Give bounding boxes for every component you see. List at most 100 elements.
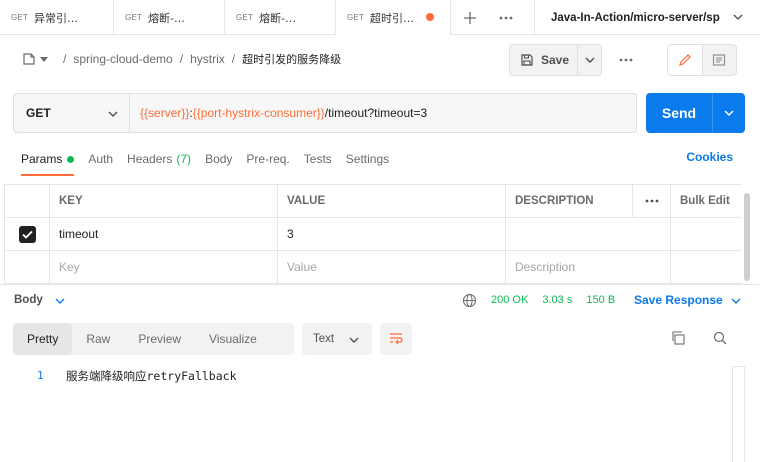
chevron-down-icon (108, 111, 118, 117)
search-button[interactable] (712, 330, 728, 349)
response-header: Body 200 OK 3.03 s 150 B Save Response (0, 284, 760, 316)
table-header: KEY VALUE DESCRIPTION Bulk Edit (4, 185, 742, 218)
method-select[interactable]: GET (13, 93, 129, 133)
tab-label: Tests (303, 152, 332, 166)
environment-selector[interactable]: Java-In-Action/micro-server/sp (534, 0, 760, 35)
response-status: 200 OK 3.03 s 150 B (491, 294, 626, 306)
param-value-input[interactable]: 3 (278, 218, 506, 250)
column-options-button[interactable] (633, 185, 671, 217)
caret-down-icon[interactable] (40, 56, 48, 62)
tab-title: 熔断-… (148, 11, 186, 25)
request-tab-active[interactable]: GET 超时引… (336, 0, 451, 35)
plus-icon (464, 11, 476, 24)
response-body-selector[interactable]: Body (14, 294, 65, 306)
tab-label: Pre-req. (246, 152, 290, 166)
line-number: 1 (37, 369, 44, 382)
response-body[interactable]: 1 服务端降级响应retryFallback (0, 362, 760, 462)
search-icon (713, 331, 727, 345)
headers-count: (7) (176, 152, 192, 166)
tab-label: Settings (345, 152, 390, 166)
view-pretty[interactable]: Pretty (13, 323, 73, 355)
wrap-text-icon (390, 333, 403, 345)
request-tab[interactable]: GET 异常引… (0, 0, 114, 35)
breadcrumb-collection[interactable]: spring-cloud-demo (73, 52, 172, 66)
bulk-edit-button[interactable]: Bulk Edit (671, 185, 742, 217)
tab-method: GET (347, 13, 365, 22)
param-enabled-checkbox[interactable] (4, 218, 50, 250)
tab-title: 异常引… (34, 11, 79, 25)
response-content: 服务端降级响应retryFallback (66, 369, 237, 383)
tab-title: 超时引… (370, 11, 415, 25)
format-select[interactable]: Text (302, 323, 372, 355)
send-dropdown-button[interactable] (712, 93, 745, 133)
globe-icon[interactable] (462, 293, 477, 308)
new-param-description-input[interactable]: Description (506, 251, 671, 283)
save-label: Save (541, 53, 570, 67)
send-button[interactable]: Send (646, 93, 712, 133)
view-visualize[interactable]: Visualize (195, 323, 271, 355)
pencil-icon (678, 54, 691, 66)
format-value: Text (313, 333, 335, 345)
request-tabs: Params Auth Headers (7) Body Pre-req. Te… (21, 145, 403, 176)
breadcrumb-request-name[interactable]: 超时引发的服务降级 (242, 51, 341, 67)
breadcrumb: / spring-cloud-demo / hystrix / 超时引发的服务降… (22, 44, 341, 74)
save-icon (521, 54, 533, 66)
chevron-down-icon (731, 298, 741, 304)
tab-label: Auth (88, 152, 114, 166)
breadcrumb-folder[interactable]: hystrix (190, 52, 225, 66)
tab-params[interactable]: Params (21, 145, 75, 176)
chevron-down-icon (349, 337, 359, 343)
cookies-link[interactable]: Cookies (686, 150, 733, 164)
document-icon (713, 54, 726, 66)
unsaved-indicator (426, 13, 434, 21)
save-dropdown-button[interactable] (578, 54, 601, 66)
tab-overflow-button[interactable] (490, 0, 522, 35)
request-more-button[interactable] (612, 50, 640, 70)
chevron-down-icon (55, 298, 65, 304)
params-scrollbar[interactable] (744, 193, 750, 281)
new-param-key-input[interactable]: Key (50, 251, 278, 283)
tab-prereq[interactable]: Pre-req. (246, 145, 289, 173)
column-key: KEY (50, 185, 278, 217)
param-key-input[interactable]: timeout (50, 218, 278, 250)
code-scrollbar[interactable] (732, 366, 745, 462)
save-button-group: Save (509, 44, 602, 76)
method-value: GET (26, 106, 51, 120)
request-tab[interactable]: GET 熔断-… (225, 0, 336, 35)
edit-mode-button[interactable] (668, 45, 703, 75)
save-response-button[interactable]: Save Response (634, 293, 741, 307)
docs-mode-button[interactable] (703, 45, 737, 75)
copy-button[interactable] (670, 330, 686, 349)
status-dot (67, 155, 75, 163)
url-text: /timeout?timeout=3 (324, 106, 428, 120)
tab-bar: GET 异常引… GET 熔断-… GET 熔断-… GET 超时引… Java… (0, 0, 760, 35)
view-raw[interactable]: Raw (72, 323, 124, 355)
table-row-empty: Key Value Description (4, 251, 742, 284)
mode-toggle (667, 44, 737, 76)
checkbox-checked (18, 225, 36, 243)
param-description-input[interactable] (506, 218, 671, 250)
new-param-value-input[interactable]: Value (278, 251, 506, 283)
copy-icon (672, 331, 685, 345)
url-input[interactable]: {{server}} : {{port-hystrix-consumer}} /… (129, 93, 637, 133)
status-code[interactable]: 200 OK (491, 294, 528, 306)
new-tab-button[interactable] (452, 0, 488, 35)
tab-headers[interactable]: Headers (7) (127, 145, 191, 173)
tab-body[interactable]: Body (205, 145, 232, 173)
view-preview[interactable]: Preview (124, 323, 195, 355)
tab-settings[interactable]: Settings (346, 145, 389, 173)
column-description: DESCRIPTION (506, 185, 633, 217)
body-label: Body (14, 294, 43, 306)
params-table: KEY VALUE DESCRIPTION Bulk Edit timeout … (4, 184, 742, 284)
tab-tests[interactable]: Tests (304, 145, 332, 173)
tab-method: GET (11, 13, 29, 22)
response-size[interactable]: 150 B (586, 294, 615, 306)
chevron-down-icon (733, 14, 743, 20)
column-value: VALUE (278, 185, 506, 217)
tab-label: Headers (127, 152, 173, 166)
tab-auth[interactable]: Auth (88, 145, 113, 173)
request-tab[interactable]: GET 熔断-… (114, 0, 225, 35)
wrap-lines-button[interactable] (380, 323, 412, 355)
save-button[interactable]: Save (510, 45, 578, 75)
response-time[interactable]: 3.03 s (542, 294, 572, 306)
